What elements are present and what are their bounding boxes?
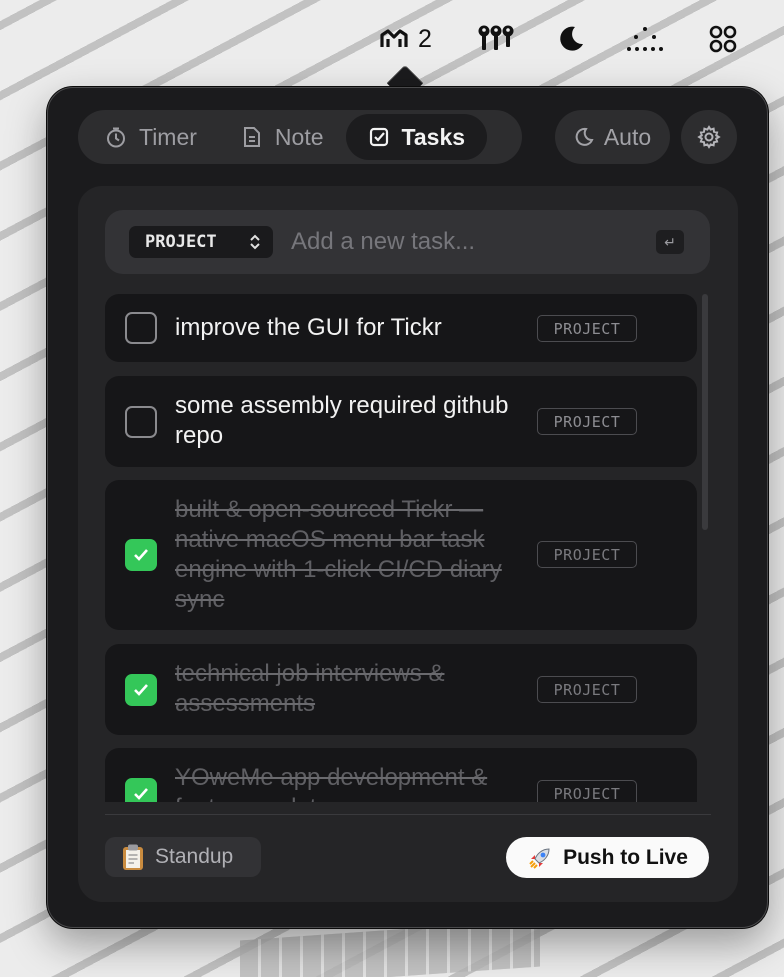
task-list-scrollbar[interactable] <box>702 294 708 530</box>
tab-note[interactable]: Note <box>219 114 346 160</box>
standup-button[interactable]: Standup <box>105 837 261 877</box>
add-task-row: PROJECT ↵ <box>105 210 710 274</box>
checkmark-icon <box>134 549 148 561</box>
task-text: built & open-sourced Tickr — native macO… <box>175 496 502 613</box>
project-selector[interactable]: PROJECT <box>129 226 273 258</box>
gear-icon <box>697 125 721 149</box>
standup-label: Standup <box>155 845 234 868</box>
tab-timer-label: Timer <box>139 123 197 150</box>
clipboard-icon <box>123 844 143 870</box>
footer-divider <box>105 814 711 815</box>
dots-icon <box>627 27 663 51</box>
task-item: YOweMe app development & feature updates… <box>105 748 697 802</box>
keys-menu-item[interactable] <box>477 22 515 56</box>
rocket-icon <box>529 847 550 869</box>
checkmark-icon <box>134 788 148 800</box>
tickr-popover: Timer Note Tasks Auto PROJECT Add a new … <box>47 87 768 928</box>
tasks-panel: PROJECT ↵ improve the GUI for Tickr PROJ… <box>78 186 738 902</box>
task-project-tag: PROJECT <box>537 780 637 802</box>
tickr-logo-icon <box>380 29 408 47</box>
tickr-menu-item[interactable]: 2 <box>380 22 432 56</box>
new-task-input[interactable] <box>291 224 641 260</box>
task-text: some assembly required github repo <box>175 392 509 449</box>
dots-menu-item[interactable] <box>626 22 664 56</box>
mode-tabs: Timer Note Tasks <box>78 110 522 164</box>
stopwatch-icon <box>107 127 125 148</box>
moon-menu-item[interactable] <box>556 22 586 56</box>
grid-icon <box>709 25 737 53</box>
moon-icon <box>560 26 583 51</box>
checkmark-icon <box>134 684 148 696</box>
tab-timer[interactable]: Timer <box>83 114 219 160</box>
tab-tasks-label: Tasks <box>401 123 466 150</box>
task-checkbox-checked[interactable] <box>125 539 157 571</box>
push-to-live-button[interactable]: Push to Live <box>506 837 709 878</box>
task-checkbox-checked[interactable] <box>125 674 157 706</box>
task-text: YOweMe app development & feature updates <box>175 764 488 802</box>
keys-icon <box>478 25 514 50</box>
task-checkbox[interactable] <box>125 312 157 344</box>
task-list: improve the GUI for Tickr PROJECT some a… <box>105 294 697 802</box>
grid-menu-item[interactable] <box>708 22 738 56</box>
task-item: improve the GUI for Tickr PROJECT <box>105 294 697 362</box>
tab-note-label: Note <box>274 123 324 150</box>
return-key-icon[interactable]: ↵ <box>656 230 684 254</box>
tab-tasks[interactable]: Tasks <box>345 114 488 160</box>
note-icon <box>243 127 260 147</box>
task-project-tag: PROJECT <box>537 676 637 703</box>
theme-auto-button[interactable]: Auto <box>555 110 670 164</box>
project-selector-label: PROJECT <box>145 232 217 252</box>
task-project-tag: PROJECT <box>537 541 637 568</box>
task-project-tag: PROJECT <box>537 315 637 342</box>
push-to-live-label: Push to Live <box>563 845 688 869</box>
task-project-tag: PROJECT <box>537 408 637 435</box>
moon-icon <box>575 127 594 146</box>
settings-button[interactable] <box>681 110 737 164</box>
task-checkbox[interactable] <box>125 406 157 438</box>
task-checkbox-checked[interactable] <box>125 778 157 802</box>
theme-auto-label: Auto <box>603 123 652 150</box>
chevron-updown-icon <box>250 234 260 250</box>
task-text: technical job interviews & assessments <box>175 660 445 717</box>
task-item: technical job interviews & assessments P… <box>105 644 697 735</box>
task-item: some assembly required github repo PROJE… <box>105 376 697 467</box>
task-check-icon <box>369 127 388 147</box>
task-item: built & open-sourced Tickr — native macO… <box>105 480 697 630</box>
menu-badge-count: 2 <box>418 24 432 53</box>
menu-bar: 2 <box>0 0 784 80</box>
task-text: improve the GUI for Tickr <box>175 314 442 341</box>
